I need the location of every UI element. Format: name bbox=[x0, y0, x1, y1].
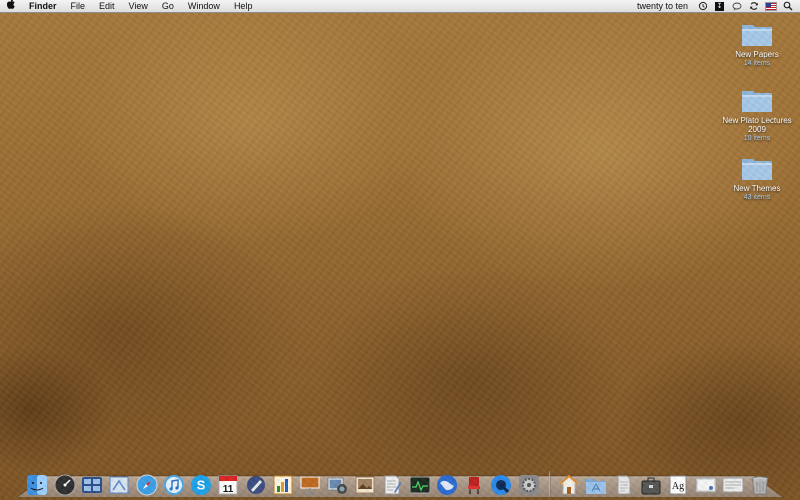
menu-bar: Finder File Edit View Go Window Help twe… bbox=[0, 0, 800, 13]
menu-help[interactable]: Help bbox=[227, 0, 260, 12]
folder-icon bbox=[742, 91, 772, 112]
dock-google-earth[interactable] bbox=[435, 473, 458, 497]
desktop-folder[interactable]: New Themes 43 items bbox=[719, 154, 795, 202]
dock-briefcase[interactable] bbox=[640, 473, 663, 497]
dock-home[interactable] bbox=[558, 473, 581, 497]
desktop-folder[interactable]: New Papers 14 items bbox=[719, 20, 795, 68]
graph-app-icon bbox=[273, 475, 293, 495]
folder-item-count: 43 items bbox=[743, 194, 771, 201]
home-icon bbox=[558, 474, 580, 495]
dock-textedit[interactable] bbox=[381, 473, 404, 497]
dock-ical[interactable]: 11 bbox=[217, 473, 240, 497]
applications-folder-icon bbox=[586, 479, 607, 494]
dock-itunes[interactable] bbox=[162, 473, 185, 497]
ical-date: 11 bbox=[223, 484, 234, 495]
folder-item-count: 10 items bbox=[743, 135, 771, 142]
textedit-icon bbox=[384, 475, 402, 495]
pen-app-icon bbox=[246, 476, 265, 494]
folder-name: New Papers bbox=[735, 50, 779, 59]
quicktime-icon bbox=[491, 475, 512, 495]
preview-icon bbox=[695, 477, 716, 493]
dock-textedit-doc[interactable] bbox=[721, 473, 744, 497]
desktop: Finder File Edit View Go Window Help twe… bbox=[0, 0, 800, 500]
svg-text:S: S bbox=[197, 478, 206, 493]
dock-safari[interactable] bbox=[135, 473, 158, 497]
dock-photo-viewer[interactable] bbox=[354, 473, 377, 497]
dock-activity-monitor[interactable] bbox=[408, 473, 431, 497]
dock-mail[interactable] bbox=[108, 473, 131, 497]
script-menu-icon[interactable]: ↧ bbox=[713, 1, 726, 11]
spaces-icon bbox=[81, 477, 102, 493]
dock-separator bbox=[548, 471, 551, 497]
folder-name: New Plato Lectures 2009 bbox=[722, 116, 792, 134]
briefcase-icon bbox=[641, 477, 661, 495]
us-flag-icon[interactable] bbox=[764, 1, 777, 11]
dock-skype[interactable]: S bbox=[190, 473, 213, 497]
dashboard-icon bbox=[54, 474, 76, 496]
dock-quicktime[interactable] bbox=[490, 473, 513, 497]
dock-finder[interactable] bbox=[26, 473, 49, 497]
folder-icon bbox=[742, 159, 772, 180]
ical-icon: 11 bbox=[218, 475, 238, 495]
google-earth-icon bbox=[436, 475, 457, 495]
system-preferences-icon bbox=[518, 475, 539, 495]
chat-bubble-icon[interactable] bbox=[730, 1, 743, 11]
apple-menu-icon[interactable] bbox=[0, 0, 22, 13]
photo-viewer-icon bbox=[355, 476, 375, 494]
spotlight-icon[interactable] bbox=[781, 1, 794, 11]
activity-monitor-icon bbox=[409, 476, 431, 494]
document-icon bbox=[617, 475, 631, 495]
dock-spaces[interactable] bbox=[81, 473, 104, 497]
dock-pen-app[interactable] bbox=[244, 473, 267, 497]
folder-name: New Themes bbox=[733, 184, 781, 193]
dock-applications-folder[interactable] bbox=[585, 473, 608, 497]
dock-trash[interactable] bbox=[749, 473, 772, 497]
font-book-label: Ag bbox=[672, 481, 684, 492]
dock-chair-app[interactable] bbox=[463, 473, 486, 497]
dock-iphoto[interactable] bbox=[326, 473, 349, 497]
folder-item-count: 14 items bbox=[743, 60, 771, 67]
dock-document-stack[interactable] bbox=[612, 473, 635, 497]
iphoto-icon bbox=[327, 477, 347, 494]
mail-icon bbox=[109, 476, 129, 494]
dock-graph-app[interactable] bbox=[272, 473, 295, 497]
finder-icon bbox=[27, 475, 48, 495]
font-book-icon: Ag bbox=[669, 475, 687, 495]
menu-go[interactable]: Go bbox=[155, 0, 181, 12]
dock: S 11 Ag bbox=[26, 461, 776, 497]
dock-keynote[interactable] bbox=[299, 473, 322, 497]
trash-icon bbox=[751, 476, 769, 495]
menu-app-finder[interactable]: Finder bbox=[22, 0, 64, 12]
dock-preview[interactable] bbox=[694, 473, 717, 497]
skype-icon: S bbox=[191, 475, 212, 495]
menu-view[interactable]: View bbox=[122, 0, 155, 12]
sync-icon[interactable] bbox=[747, 1, 760, 11]
itunes-icon bbox=[163, 475, 184, 495]
textedit-doc-icon bbox=[722, 477, 744, 493]
menu-file[interactable]: File bbox=[64, 0, 93, 12]
desktop-folder[interactable]: New Plato Lectures 2009 10 items bbox=[719, 86, 795, 143]
dock-font-book[interactable]: Ag bbox=[667, 473, 690, 497]
menu-clock[interactable]: twenty to ten bbox=[637, 1, 688, 11]
keynote-icon bbox=[300, 476, 320, 495]
dock-system-preferences[interactable] bbox=[517, 473, 540, 497]
dock-dashboard[interactable] bbox=[53, 473, 76, 497]
safari-icon bbox=[136, 474, 158, 496]
time-machine-icon[interactable] bbox=[696, 1, 709, 11]
chair-app-icon bbox=[468, 477, 481, 494]
menu-edit[interactable]: Edit bbox=[92, 0, 122, 12]
folder-icon bbox=[742, 25, 772, 46]
menu-window[interactable]: Window bbox=[181, 0, 227, 12]
